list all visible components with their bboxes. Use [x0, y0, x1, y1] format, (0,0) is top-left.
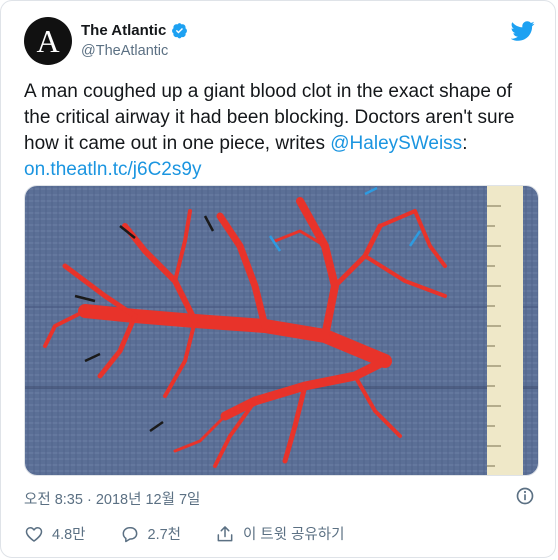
share-icon: [217, 525, 233, 541]
handle[interactable]: @TheAtlantic: [81, 43, 188, 59]
tweet-colon: :: [462, 133, 468, 154]
verified-icon: [172, 23, 188, 39]
action-bar: 4.8만 2.7천 이 트윗 공유하기: [24, 523, 378, 544]
tweet-image[interactable]: [24, 185, 539, 476]
reply-count: 2.7천: [147, 527, 182, 543]
info-icon[interactable]: [515, 486, 535, 506]
name-row: The Atlantic: [81, 22, 188, 39]
tweet-card: A The Atlantic @TheAtlantic A man coughe…: [0, 0, 556, 558]
reply-button[interactable]: 2.7천: [120, 523, 182, 544]
timestamp[interactable]: 오전 8:35 · 2018년 12월 7일: [24, 488, 200, 509]
author-block: The Atlantic @TheAtlantic: [81, 22, 188, 59]
like-count: 4.8만: [52, 527, 86, 543]
heart-icon: [25, 526, 43, 542]
reply-icon: [122, 526, 137, 542]
avatar-letter: A: [36, 23, 60, 59]
blood-clot-photo: [25, 186, 538, 475]
twitter-bird-icon[interactable]: [511, 19, 535, 43]
tweet-link[interactable]: on.theatln.tc/j6C2s9y: [24, 159, 201, 180]
display-name[interactable]: The Atlantic: [81, 22, 166, 39]
share-button[interactable]: 이 트윗 공유하기: [215, 523, 344, 544]
like-button[interactable]: 4.8만: [24, 523, 86, 544]
avatar[interactable]: A: [24, 17, 72, 65]
share-label: 이 트윗 공유하기: [243, 527, 345, 543]
mention-link[interactable]: @HaleySWeiss: [330, 133, 462, 154]
tweet-text: A man coughed up a giant blood clot in t…: [24, 79, 539, 183]
